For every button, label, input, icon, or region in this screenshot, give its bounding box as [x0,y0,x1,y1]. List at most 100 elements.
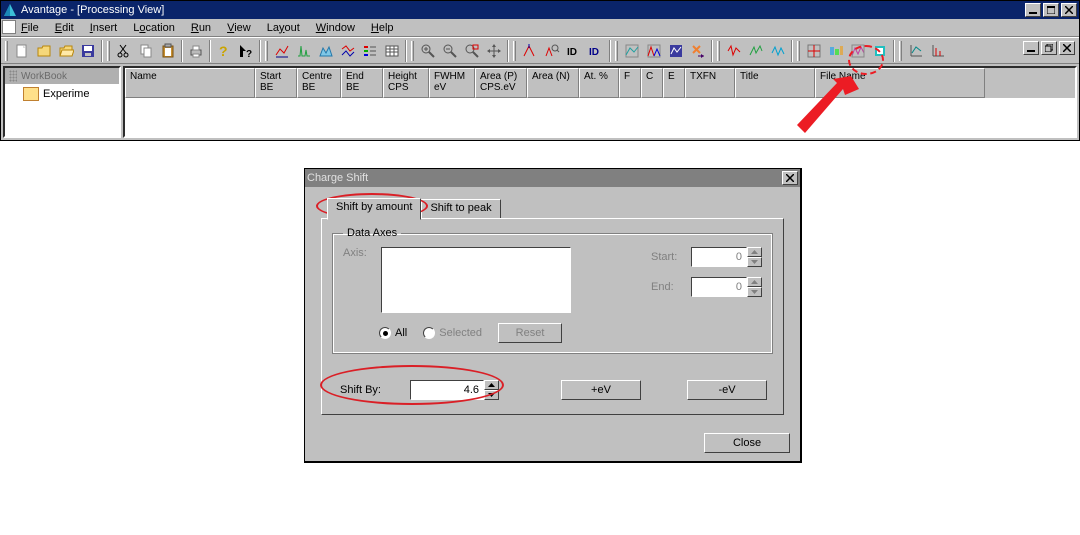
column-header[interactable]: Area (N) [527,68,579,98]
plus-ev-button[interactable]: +eV [561,380,641,400]
chart-area-icon[interactable] [315,40,337,62]
end-field[interactable] [691,277,747,297]
toolbar-handle-7[interactable] [717,41,720,61]
column-header[interactable]: TXFN [685,68,735,98]
toolbar-handle-5[interactable] [513,41,516,61]
toolbar-handle-9[interactable] [899,41,902,61]
menu-edit[interactable]: Edit [49,21,80,35]
toolbar-handle-2[interactable] [107,41,110,61]
menu-location[interactable]: Location [127,21,181,35]
mdi-close-button[interactable] [1059,41,1075,55]
toolbar-handle[interactable] [5,41,8,61]
tab-shift-by-amount[interactable]: Shift by amount [327,198,421,220]
start-spin-up-icon[interactable] [747,247,762,257]
view-c-icon[interactable] [847,40,869,62]
end-spin-up-icon[interactable] [747,277,762,287]
grid-body[interactable] [125,98,1075,138]
pan-icon[interactable] [483,40,505,62]
workbook-tree[interactable]: Experime [5,84,119,136]
menu-insert[interactable]: Insert [84,21,124,35]
mdi-doc-icon[interactable] [2,20,16,34]
end-spinner[interactable] [747,277,762,297]
zoom-out-icon[interactable] [439,40,461,62]
axis-b-icon[interactable] [927,40,949,62]
toolbar-handle-3[interactable] [265,41,268,61]
column-header[interactable]: Name [125,68,255,98]
cut-icon[interactable] [113,40,135,62]
column-header[interactable]: HeightCPS [383,68,429,98]
toolbar-handle-6[interactable] [615,41,618,61]
copy-icon[interactable] [135,40,157,62]
minimize-button[interactable] [1025,3,1041,17]
view-b-icon[interactable] [825,40,847,62]
chart-list-icon[interactable] [359,40,381,62]
proc-e-icon[interactable] [745,40,767,62]
table-icon[interactable] [381,40,403,62]
axis-a-icon[interactable] [905,40,927,62]
chart-multi-icon[interactable] [337,40,359,62]
end-spin-down-icon[interactable] [747,287,762,297]
column-header[interactable]: Title [735,68,815,98]
context-help-icon[interactable]: ? [235,40,257,62]
minus-ev-button[interactable]: -eV [687,380,767,400]
shift-by-spin-down-icon[interactable] [484,390,499,400]
menu-run[interactable]: Run [185,21,217,35]
proc-c-icon[interactable] [665,40,687,62]
proc-f-icon[interactable] [767,40,789,62]
panel-grip-icon[interactable] [9,70,17,82]
column-header[interactable]: F [619,68,641,98]
start-spin-down-icon[interactable] [747,257,762,267]
shift-by-field[interactable] [410,380,484,400]
column-header[interactable]: Area (P)CPS.eV [475,68,527,98]
close-button[interactable] [1061,3,1077,17]
new-file-icon[interactable] [11,40,33,62]
paste-icon[interactable] [157,40,179,62]
shift-by-spinner[interactable] [484,380,499,400]
dialog-close-x-button[interactable] [782,171,798,185]
help-icon[interactable]: ? [213,40,235,62]
column-header[interactable]: StartBE [255,68,297,98]
zoom-rect-icon[interactable] [461,40,483,62]
spectrum-icon[interactable] [293,40,315,62]
id-icon[interactable]: ID [563,40,585,62]
menu-help[interactable]: Help [365,21,400,35]
save-icon[interactable] [77,40,99,62]
column-header[interactable]: File Name [815,68,985,98]
proc-a-icon[interactable] [621,40,643,62]
column-header[interactable]: C [641,68,663,98]
menu-layout[interactable]: Layout [261,21,306,35]
view-a-icon[interactable] [803,40,825,62]
toolbar-handle-8[interactable] [797,41,800,61]
column-header[interactable]: EndBE [341,68,383,98]
id-settings-icon[interactable]: ID [585,40,607,62]
peak-search-icon[interactable] [541,40,563,62]
reset-button[interactable]: Reset [498,323,562,343]
dialog-titlebar[interactable]: Charge Shift [305,169,800,187]
column-header[interactable]: CentreBE [297,68,341,98]
start-field[interactable] [691,247,747,267]
tree-root-item[interactable]: Experime [23,87,117,101]
axis-listbox[interactable] [381,247,571,313]
column-header[interactable]: FWHMeV [429,68,475,98]
view-d-icon[interactable] [869,40,891,62]
mdi-restore-button[interactable] [1041,41,1057,55]
menu-window[interactable]: Window [310,21,361,35]
column-header[interactable]: E [663,68,685,98]
open-folder-icon[interactable] [33,40,55,62]
zoom-in-icon[interactable] [417,40,439,62]
open-folder2-icon[interactable] [55,40,77,62]
radio-selected[interactable]: Selected [423,327,482,339]
start-spinner[interactable] [747,247,762,267]
menu-view[interactable]: View [221,21,257,35]
proc-b-icon[interactable] [643,40,665,62]
toolbar-handle-4[interactable] [411,41,414,61]
chart-edit-icon[interactable] [271,40,293,62]
radio-all[interactable]: All [379,327,407,339]
shift-by-spin-up-icon[interactable] [484,380,499,390]
mdi-minimize-button[interactable] [1023,41,1039,55]
peak-pick-icon[interactable] [519,40,541,62]
menu-file[interactable]: File [15,21,45,35]
tab-shift-to-peak[interactable]: Shift to peak [421,199,500,219]
column-header[interactable]: At. % [579,68,619,98]
proc-d-icon[interactable] [723,40,745,62]
